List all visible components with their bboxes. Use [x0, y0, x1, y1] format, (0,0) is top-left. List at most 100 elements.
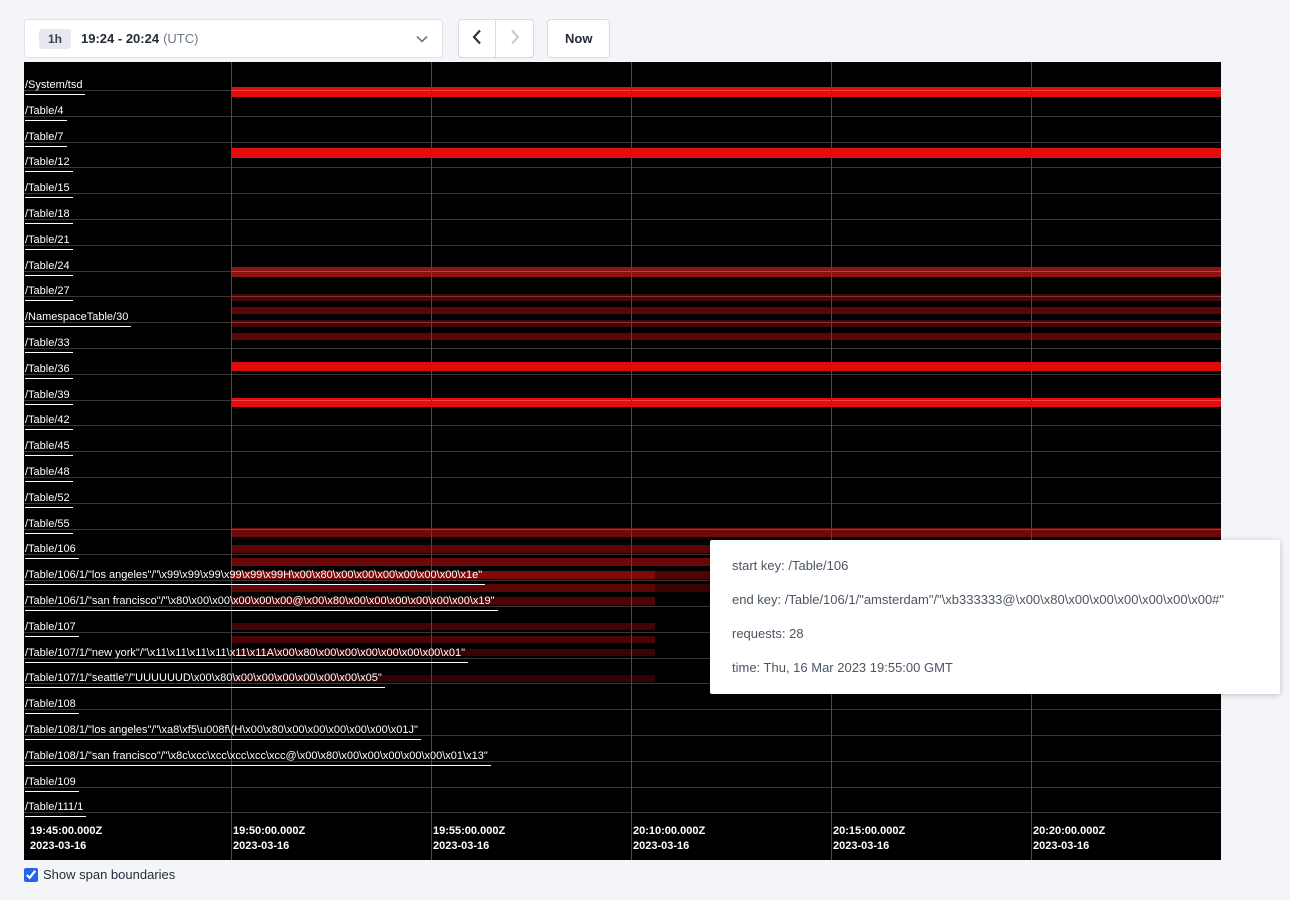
span-label-text: /Table/24: [25, 260, 73, 276]
span-label: /Table/45: [25, 436, 73, 456]
span-boundary-line: [24, 348, 1221, 349]
time-axis-date: 2023-03-16: [1033, 839, 1105, 854]
tooltip-start-key: start key: /Table/106: [732, 549, 1258, 583]
span-boundary-line: [24, 322, 1221, 323]
span-label-text: /Table/107: [25, 621, 79, 637]
span-boundary-line: [24, 90, 1221, 91]
span-label-text: /Table/108/1/"los angeles"/"\xa8\xf5\u00…: [25, 724, 421, 740]
time-axis-label: 19:45:00.000Z2023-03-16: [30, 824, 102, 854]
grid-line-vertical: [231, 62, 232, 860]
span-boundary-line: [24, 142, 1221, 143]
span-boundary-line: [24, 245, 1221, 246]
span-label: /Table/107/1/"seattle"/"UUUUUUD\x00\x80\…: [25, 668, 385, 688]
span-label-text: /Table/21: [25, 234, 73, 250]
span-label: /Table/36: [25, 359, 73, 379]
span-label-text: /Table/106/1/"los angeles"/"\x99\x99\x99…: [25, 569, 485, 585]
heatmap-band: [231, 623, 655, 630]
time-axis-label: 20:15:00.000Z2023-03-16: [833, 824, 905, 854]
span-boundary-line: [24, 219, 1221, 220]
heatmap-band: [231, 148, 1221, 158]
span-label: /Table/15: [25, 178, 73, 198]
time-range-selector[interactable]: 1h 19:24 - 20:24 (UTC): [24, 19, 443, 58]
span-label-text: /Table/27: [25, 285, 73, 301]
span-boundary-line: [24, 812, 1221, 813]
span-label-text: /Table/107/1/"new york"/"\x11\x11\x11\x1…: [25, 647, 468, 663]
span-boundary-line: [24, 529, 1221, 530]
span-boundary-line: [24, 477, 1221, 478]
span-label-text: /Table/108/1/"san francisco"/"\x8c\xcc\x…: [25, 750, 491, 766]
heatmap-band: [231, 333, 1221, 340]
span-label-text: /Table/39: [25, 389, 73, 405]
time-axis-time: 20:10:00.000Z: [633, 824, 705, 839]
span-boundary-line: [24, 374, 1221, 375]
time-axis-date: 2023-03-16: [433, 839, 505, 854]
next-window-button[interactable]: [496, 19, 534, 58]
span-label-text: /Table/109: [25, 776, 79, 792]
heatmap-band: [231, 294, 1221, 301]
span-label-text: /NamespaceTable/30: [25, 311, 131, 327]
span-label-text: /Table/48: [25, 466, 73, 482]
span-label-text: /Table/107/1/"seattle"/"UUUUUUD\x00\x80\…: [25, 672, 385, 688]
span-label: /System/tsd: [25, 75, 85, 95]
span-label-text: /Table/18: [25, 208, 73, 224]
span-label: /Table/108/1/"los angeles"/"\xa8\xf5\u00…: [25, 720, 421, 740]
previous-window-button[interactable]: [458, 19, 496, 58]
span-boundary-line: [24, 709, 1221, 710]
span-label: /Table/24: [25, 256, 73, 276]
heatmap-band: [231, 307, 1221, 314]
span-label: /Table/12: [25, 152, 73, 172]
span-boundary-line: [24, 787, 1221, 788]
span-label: /Table/7: [25, 127, 67, 147]
time-axis-time: 19:50:00.000Z: [233, 824, 305, 839]
heatmap-canvas[interactable]: /System/tsd/Table/4/Table/7/Table/12/Tab…: [24, 62, 1221, 860]
span-label-text: /Table/33: [25, 337, 73, 353]
span-label-text: /Table/15: [25, 182, 73, 198]
time-nav-group: [458, 19, 534, 58]
time-axis-time: 20:20:00.000Z: [1033, 824, 1105, 839]
span-label: /Table/42: [25, 410, 73, 430]
span-label: /Table/52: [25, 488, 73, 508]
span-label: /Table/106/1/"los angeles"/"\x99\x99\x99…: [25, 565, 485, 585]
span-label: /Table/27: [25, 281, 73, 301]
time-axis-time: 19:55:00.000Z: [433, 824, 505, 839]
chevron-down-icon: [416, 35, 428, 43]
span-label: /Table/106/1/"san francisco"/"\x80\x00\x…: [25, 591, 498, 611]
span-label-text: /Table/106/1/"san francisco"/"\x80\x00\x…: [25, 595, 498, 611]
span-label: /NamespaceTable/30: [25, 307, 131, 327]
span-label: /Table/18: [25, 204, 73, 224]
time-window-badge: 1h: [39, 29, 71, 49]
span-label-text: /Table/106: [25, 543, 79, 559]
span-label-text: /Table/12: [25, 156, 73, 172]
toolbar: 1h 19:24 - 20:24 (UTC) Now: [24, 19, 610, 58]
span-boundary-line: [24, 296, 1221, 297]
heatmap-band: [231, 87, 1221, 97]
grid-line-vertical: [1031, 62, 1032, 860]
chevron-left-icon: [472, 29, 482, 48]
span-label: /Table/107/1/"new york"/"\x11\x11\x11\x1…: [25, 643, 468, 663]
span-label: /Table/39: [25, 385, 73, 405]
show-span-boundaries-label: Show span boundaries: [43, 867, 175, 882]
chevron-right-icon: [510, 29, 520, 48]
time-axis-date: 2023-03-16: [30, 839, 102, 854]
span-label: /Table/108/1/"san francisco"/"\x8c\xcc\x…: [25, 746, 491, 766]
time-axis-label: 20:10:00.000Z2023-03-16: [633, 824, 705, 854]
span-tooltip: start key: /Table/106 end key: /Table/10…: [710, 540, 1280, 694]
time-axis-date: 2023-03-16: [233, 839, 305, 854]
span-label-text: /Table/36: [25, 363, 73, 379]
span-boundary-line: [24, 167, 1221, 168]
span-label-text: /Table/7: [25, 131, 67, 147]
show-span-boundaries-checkbox[interactable]: [24, 868, 38, 882]
tooltip-requests: requests: 28: [732, 617, 1258, 651]
span-label: /Table/111/1: [25, 797, 86, 817]
span-label: /Table/109: [25, 772, 79, 792]
time-range-label: 19:24 - 20:24: [81, 31, 159, 46]
span-boundary-line: [24, 503, 1221, 504]
footer: Show span boundaries: [24, 867, 175, 882]
span-boundary-line: [24, 116, 1221, 117]
tooltip-end-key: end key: /Table/106/1/"amsterdam"/"\xb33…: [732, 583, 1258, 617]
span-boundary-line: [24, 425, 1221, 426]
now-button[interactable]: Now: [547, 19, 610, 58]
grid-line-vertical: [431, 62, 432, 860]
span-boundary-line: [24, 271, 1221, 272]
span-boundary-line: [24, 400, 1221, 401]
